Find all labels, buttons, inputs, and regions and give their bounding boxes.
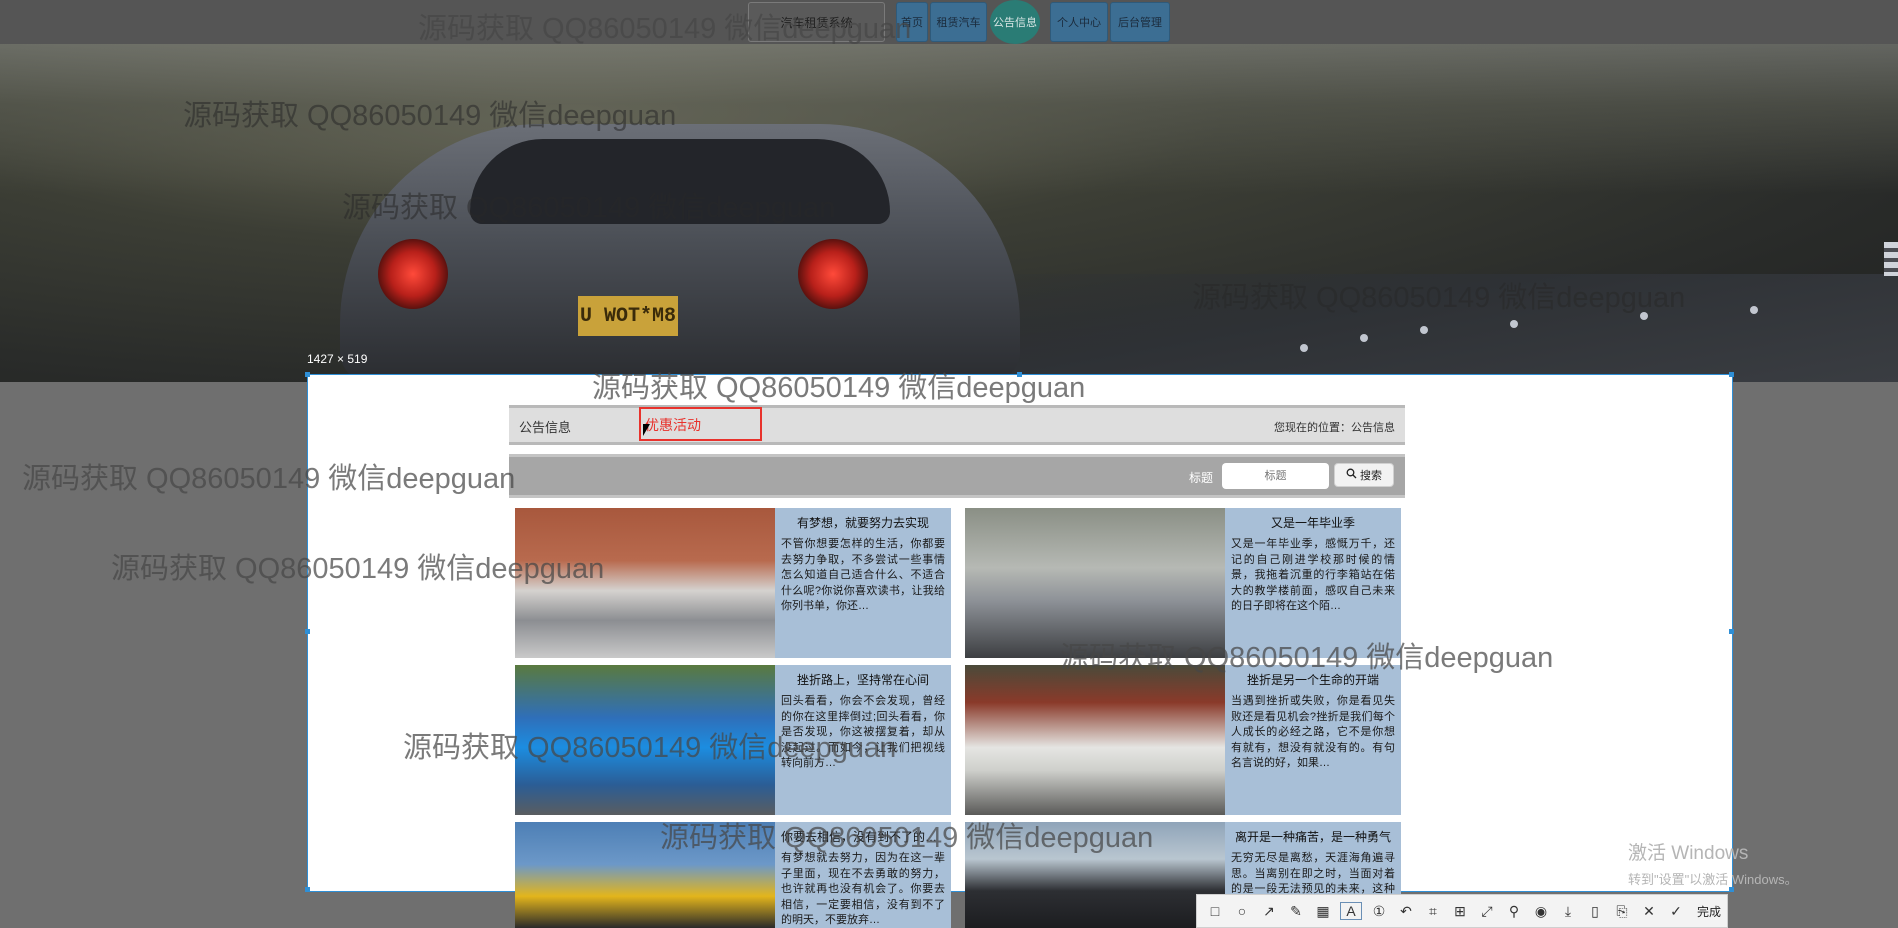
arrow-tool-icon[interactable]: ↗ [1259,903,1279,920]
bokeh-light [1300,344,1308,352]
car-image [515,665,775,815]
bokeh-light [1750,306,1758,314]
close-icon[interactable]: ✕ [1639,903,1659,920]
card-summary: 回头看看，你会不会发现，曾经的你在这里摔倒过;回头看看，你是否发现，你这被摆复着… [781,695,945,769]
card-summary: 当遇到挫折或失败，你是看见失败还是看见机会?挫折是我们每个人成长的必经之路，它不… [1231,695,1395,769]
pin-icon[interactable]: ⚲ [1504,903,1524,920]
banner-road [900,274,1898,382]
selection-handle[interactable] [305,887,310,892]
search-label: 标题 [1189,471,1214,485]
card-title: 挫折是另一个生命的开端 [1246,673,1379,687]
card-title: 又是一年毕业季 [1270,516,1355,530]
record-icon[interactable]: ◉ [1531,903,1551,920]
notice-card[interactable]: 你要去相信，没有到不了的明天 有梦想就去努力，因为在这一辈子里面，现在不去勇敢的… [515,822,951,928]
bookmark-icon[interactable]: ⎘ [1612,903,1632,920]
side-scroll-handle[interactable] [1884,242,1898,276]
nav-item-notice[interactable]: 公告信息 [990,0,1040,44]
annotation-text-box[interactable]: 优惠活动 [639,407,762,441]
car-image [515,822,775,928]
mosaic-tool-icon[interactable]: ▦ [1313,903,1333,920]
translate-icon[interactable]: ⊞ [1450,903,1470,920]
selection-handle[interactable] [305,629,310,634]
card-title: 挫折路上，坚持常在心间 [796,673,929,687]
card-title: 有梦想，就要努力去实现 [796,516,929,530]
notice-card[interactable]: 挫折路上，坚持常在心间 回头看看，你会不会发现，曾经的你在这里摔倒过;回头看看，… [515,665,951,815]
card-summary: 又是一年毕业季，感慨万千，还记的自己刚进学校那时候的情景，我拖着沉重的行李箱站在… [1231,538,1395,612]
top-nav: 汽车租赁系统 首页 租赁汽车 公告信息 个人中心 后台管理 [0,0,1898,44]
page-title: 公告信息 [519,420,572,435]
rectangle-tool-icon[interactable]: □ [1205,903,1225,919]
selection-handle[interactable] [1017,372,1022,377]
car-image [515,508,775,658]
car-image [965,508,1225,658]
search-button[interactable]: 搜索 [1334,463,1394,487]
undo-icon[interactable]: ↶ [1396,903,1416,920]
download-icon[interactable]: ⤓ [1558,903,1578,920]
selection-handle[interactable] [1729,629,1734,634]
mouse-cursor-icon [643,424,650,436]
banner-car-window [470,139,890,224]
activation-subtitle: 转到"设置"以激活 Windows。 [1628,872,1798,887]
save-icon[interactable]: ▯ [1585,903,1605,920]
ellipse-tool-icon[interactable]: ○ [1232,903,1252,919]
nav-item-rent-car[interactable]: 租赁汽车 [930,2,987,42]
breadcrumb-location: 您现在的位置：公告信息 [1274,422,1395,434]
search-bar: 标题 搜索 [509,454,1405,498]
bokeh-light [1640,312,1648,320]
numbering-tool-icon[interactable]: ① [1369,903,1389,920]
ocr-icon[interactable]: ⌗ [1423,903,1443,920]
nav-item-home[interactable]: 首页 [896,2,928,42]
car-image [965,665,1225,815]
card-summary: 不管你想要怎样的生活，你都要去努力争取，不多尝试一些事情怎么知道自己适合什么、不… [781,538,945,612]
text-tool-icon[interactable]: A [1340,902,1362,920]
nav-item-user-center[interactable]: 个人中心 [1050,2,1108,42]
bokeh-light [1510,320,1518,328]
bokeh-light [1420,326,1428,334]
done-button[interactable]: 完成 [1697,903,1721,920]
search-input[interactable] [1222,463,1329,489]
notice-card[interactable]: 挫折是另一个生命的开端 当遇到挫折或失败，你是看见失败还是看见机会?挫折是我们每… [965,665,1401,815]
notice-card[interactable]: 又是一年毕业季 又是一年毕业季，感慨万千，还记的自己刚进学校那时候的情景，我拖着… [965,508,1401,658]
scroll-capture-icon[interactable]: ⤢ [1477,903,1497,920]
screenshot-toolbar: □ ○ ↗ ✎ ▦ A ① ↶ ⌗ ⊞ ⤢ ⚲ ◉ ⤓ ▯ ⎘ ✕ ✓ 完成 [1196,894,1728,928]
bokeh-light [1360,334,1368,342]
confirm-icon[interactable]: ✓ [1666,903,1686,920]
search-icon [1346,468,1357,482]
pen-tool-icon[interactable]: ✎ [1286,903,1306,920]
selection-handle[interactable] [1729,372,1734,377]
tail-light-right [798,239,868,309]
windows-activation-notice: 激活 Windows 转到"设置"以激活 Windows。 [1628,838,1798,888]
car-image [965,822,1225,928]
hero-banner: U WOT*M8 [0,44,1898,382]
tail-light-left [378,239,448,309]
site-title-button[interactable]: 汽车租赁系统 [748,2,885,42]
activation-title: 激活 Windows [1628,843,1749,864]
card-title: 离开是一种痛苦，是一种勇气 [1234,830,1391,844]
selection-handle[interactable] [305,372,310,377]
selection-size-label: 1427 × 519 [307,352,368,366]
card-title: 你要去相信，没有到不了的明天 [781,830,945,844]
notice-card[interactable]: 有梦想，就要努力去实现 不管你想要怎样的生活，你都要去努力争取，不多尝试一些事情… [515,508,951,658]
nav-item-admin[interactable]: 后台管理 [1110,2,1170,42]
search-button-label: 搜索 [1360,470,1382,482]
card-summary: 有梦想就去努力，因为在这一辈子里面，现在不去勇敢的努力，也许就再也没有机会了。你… [781,852,945,926]
license-plate: U WOT*M8 [578,296,678,336]
